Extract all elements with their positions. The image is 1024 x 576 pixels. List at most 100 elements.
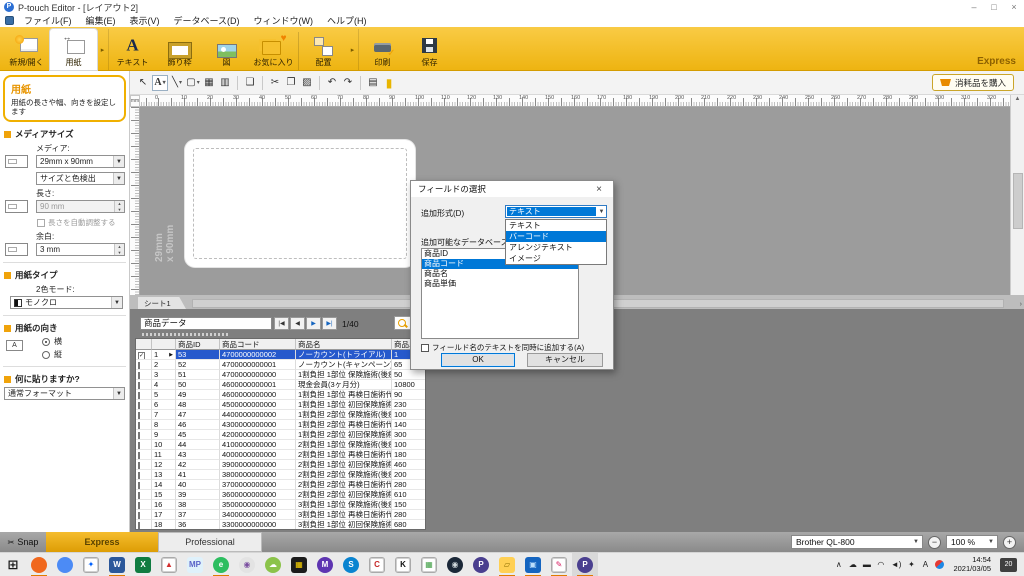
table-row[interactable]: 114340000000000002割負担 1部位 再検日施術代180	[136, 450, 425, 460]
chevron-up-icon[interactable]: ∧	[835, 560, 843, 569]
row-checkbox-cell[interactable]	[136, 490, 152, 500]
table-row[interactable]: 153936000000000002割負担 2部位 初回保険施術代610	[136, 490, 425, 500]
column-header[interactable]: 商品ID	[176, 339, 220, 350]
ptouch-editor-icon[interactable]: P	[572, 553, 598, 576]
table-row[interactable]: 144037000000000002割負担 2部位 再検日施術代280	[136, 480, 425, 490]
add-format-select[interactable]: テキスト ▼	[505, 205, 607, 218]
orientation-vertical-radio[interactable]: 縦	[42, 349, 129, 360]
media-size-select[interactable]: 29mm x 90mm▼	[36, 155, 125, 168]
row-checkbox-cell[interactable]	[136, 470, 152, 480]
vertical-scrollbar[interactable]: ▲ ▼	[1010, 95, 1024, 309]
msa-icon[interactable]: M	[312, 553, 338, 576]
close-button[interactable]: ×	[1004, 2, 1024, 12]
mode-tab-express[interactable]: Express	[46, 532, 158, 552]
photos-app-icon[interactable]: ▣	[520, 553, 546, 576]
table-row[interactable]: 94542000000000001割負担 2部位 初回保険施術代300	[136, 430, 425, 440]
ptouch-app-icon[interactable]: P	[468, 553, 494, 576]
format-option[interactable]: バーコード	[506, 231, 606, 242]
toolbar-button-favorites[interactable]: お気に入り	[250, 29, 297, 70]
mode-tab-professional[interactable]: Professional	[158, 532, 262, 552]
excel-icon[interactable]: X	[130, 553, 156, 576]
chrome-icon[interactable]	[52, 553, 78, 576]
table-row[interactable]: 64845000000000001割負担 1部位 初回保険施術代230	[136, 400, 425, 410]
firefox-icon[interactable]	[26, 553, 52, 576]
table-tool-icon[interactable]: ▦	[202, 75, 216, 91]
red-c-icon[interactable]: C	[364, 553, 390, 576]
margin-spinner[interactable]: 3 mm▲▼	[36, 243, 125, 256]
wifi-icon[interactable]: ◠	[877, 560, 885, 569]
first-record-button[interactable]: |◀	[274, 317, 289, 330]
text-tool-icon[interactable]: A	[152, 75, 168, 91]
row-checkbox-cell[interactable]: ✓	[136, 350, 152, 360]
add-field-name-checkbox[interactable]: フィールド名のテキストを同時に追加する(A)	[421, 342, 584, 353]
line-tool-icon[interactable]: ╲	[170, 75, 184, 91]
size-color-detect-select[interactable]: サイズと色検出▼	[36, 172, 125, 185]
toolbar-button-paper[interactable]: 用紙	[50, 29, 97, 70]
row-checkbox-cell[interactable]	[136, 400, 152, 410]
menu-item[interactable]: データベース(D)	[167, 14, 247, 27]
zoom-level-select[interactable]: 100 %▼	[946, 535, 998, 549]
next-record-button[interactable]: ▶	[306, 317, 321, 330]
table-row[interactable]: 134138000000000002割負担 2部位 保険施術(後療のみ)200	[136, 470, 425, 480]
row-checkbox-cell[interactable]	[136, 460, 152, 470]
table-row[interactable]: 84643000000000001割負担 2部位 再検日施術代140	[136, 420, 425, 430]
column-header[interactable]: 商品名	[296, 339, 392, 350]
toolbar-button-frame[interactable]: 飾り枠	[156, 29, 203, 70]
buy-supplies-button[interactable]: 消耗品を購入	[932, 74, 1014, 91]
scroll-up-icon[interactable]: ▲	[1011, 96, 1024, 102]
table-row[interactable]: 163835000000000003割負担 1部位 保険施術(後療のみ)150	[136, 500, 425, 510]
database-name-field[interactable]: 商品データ	[140, 317, 272, 330]
row-checkbox-cell[interactable]	[136, 480, 152, 490]
format-option[interactable]: イメージ	[506, 253, 606, 264]
database-cylinder-icon[interactable]: ▮	[382, 75, 396, 91]
ok-button[interactable]: OK	[441, 353, 515, 367]
field-list-item[interactable]: 商品名	[422, 269, 578, 279]
menu-item[interactable]: ヘルプ(H)	[320, 14, 374, 27]
onedrive-cloud-icon[interactable]: ☁	[849, 560, 857, 569]
dropbox-tray-icon[interactable]: ✦	[907, 560, 915, 569]
sheet-tab[interactable]: シート1	[138, 297, 186, 309]
table-row[interactable]: 35147000000000001割負担 1部位 保険施術(後療のみ)50	[136, 370, 425, 380]
toolbar-button-text[interactable]: テキスト	[109, 29, 156, 70]
zoom-out-button[interactable]: −	[928, 536, 941, 549]
input-indicator-icon[interactable]: A	[921, 560, 929, 569]
k-app-icon[interactable]: K	[390, 553, 416, 576]
row-checkbox-cell[interactable]	[136, 360, 152, 370]
shape-tool-icon[interactable]: ▢	[186, 75, 200, 91]
table-row[interactable]: 54946000000000001割負担 1部位 再検日施術代90	[136, 390, 425, 400]
toolbar-button-save[interactable]: 保存	[406, 29, 453, 70]
row-checkbox-cell[interactable]	[136, 430, 152, 440]
menu-item[interactable]: ファイル(F)	[17, 14, 79, 27]
paint-app-icon[interactable]: ✎	[546, 553, 572, 576]
maximize-button[interactable]: □	[984, 2, 1004, 12]
row-checkbox-cell[interactable]	[136, 410, 152, 420]
zoom-in-button[interactable]: +	[1003, 536, 1016, 549]
row-checkbox-cell[interactable]	[136, 420, 152, 430]
green-grid-icon[interactable]: ▦	[416, 553, 442, 576]
table-row[interactable]: 183633000000000003割負担 1部位 初回保険施術代680	[136, 520, 425, 530]
table-row[interactable]: 124239000000000002割負担 1部位 初回保険施術代460	[136, 460, 425, 470]
color-mode-select[interactable]: モノクロ▼	[10, 296, 123, 309]
menu-item[interactable]: ウィンドウ(W)	[247, 14, 321, 27]
table-row[interactable]: ✓1▶534700000000002ノーカウント(トライアル)1	[136, 350, 425, 360]
spinner-arrows-icon[interactable]: ▲▼	[114, 244, 124, 255]
table-row[interactable]: 2524700000000001ノーカウント(キャンペーン)65	[136, 360, 425, 370]
column-header[interactable]	[136, 339, 152, 350]
steam-icon[interactable]: ◉	[442, 553, 468, 576]
last-record-button[interactable]: ▶|	[322, 317, 337, 330]
start-button[interactable]: ⊞	[0, 553, 26, 576]
scroll-right-icon[interactable]: ›	[1020, 301, 1022, 308]
field-list-item[interactable]: 商品単価	[422, 279, 578, 289]
row-checkbox-cell[interactable]	[136, 510, 152, 520]
dialog-close-icon[interactable]: ×	[592, 184, 606, 195]
select-tool-icon[interactable]: ↖	[136, 75, 150, 91]
cloud-app-icon[interactable]: ☁	[260, 553, 286, 576]
printer-select[interactable]: Brother QL-800▼	[791, 535, 923, 549]
dropbox-icon[interactable]: ✦	[78, 553, 104, 576]
scrollbar-thumb[interactable]	[1013, 173, 1023, 229]
toolbar-group-expand-icon[interactable]: ▸	[347, 29, 359, 70]
paste-icon[interactable]: ▨	[300, 75, 314, 91]
toolbar-button-new-open[interactable]: 新規/開く	[3, 29, 50, 70]
yellow-grid-icon[interactable]: ▦	[286, 553, 312, 576]
undo-icon[interactable]: ↶	[325, 75, 339, 91]
